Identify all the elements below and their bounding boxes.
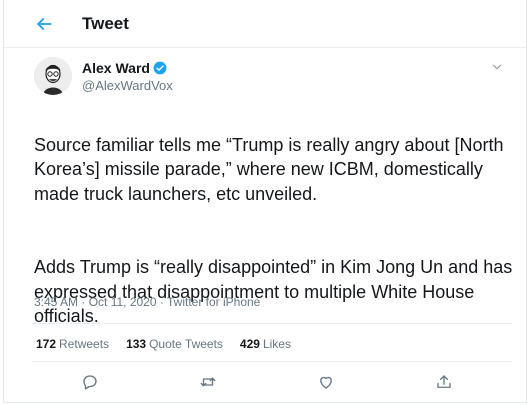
page-title: Tweet xyxy=(82,14,129,33)
tweet-frame: Tweet Alex Ward @AlexWardVox Source fami… xyxy=(3,0,527,403)
tweet-stats: 172 Retweets 133 Quote Tweets 429 Likes xyxy=(36,337,308,351)
likes-stat[interactable]: 429 Likes xyxy=(240,337,291,351)
likes-count: 429 xyxy=(239,337,260,351)
meta-separator: · xyxy=(156,295,167,309)
reply-icon[interactable] xyxy=(78,370,102,394)
quotes-label: Quote Tweets xyxy=(149,337,223,351)
retweets-label: Retweets xyxy=(59,337,110,351)
avatar[interactable] xyxy=(34,57,72,95)
divider xyxy=(32,361,512,362)
retweets-count: 172 xyxy=(36,337,57,351)
share-icon[interactable] xyxy=(432,370,456,394)
divider xyxy=(32,323,512,324)
retweets-stat[interactable]: 172 Retweets xyxy=(36,337,109,351)
tweet-paragraph: Adds Trump is “really disappointed” in K… xyxy=(34,257,513,326)
tweet-source[interactable]: Twitter for iPhone xyxy=(167,295,260,309)
tweet-paragraph: Source familiar tells me “Trump is reall… xyxy=(34,134,504,204)
author-name-text: Alex Ward xyxy=(82,60,150,76)
tweet-text: Source familiar tells me “Trump is reall… xyxy=(34,108,514,353)
tweet-meta: 3:45 AM · Oct 11, 2020 · Twitter for iPh… xyxy=(34,295,260,309)
tweet-time[interactable]: 3:45 AM xyxy=(34,295,78,309)
author-handle[interactable]: @AlexWardVox xyxy=(82,78,173,93)
back-arrow-icon[interactable] xyxy=(34,12,58,36)
tweet-header: Tweet xyxy=(4,0,526,48)
quote-tweets-stat[interactable]: 133 Quote Tweets xyxy=(126,337,223,351)
retweet-icon[interactable] xyxy=(196,370,220,394)
like-icon[interactable] xyxy=(314,370,338,394)
author-name[interactable]: Alex Ward xyxy=(82,60,167,76)
tweet-actions xyxy=(4,370,526,396)
likes-label: Likes xyxy=(262,337,291,351)
verified-badge-icon xyxy=(153,61,167,75)
quotes-count: 133 xyxy=(126,337,147,351)
meta-separator: · xyxy=(78,295,89,309)
tweet-date[interactable]: Oct 11, 2020 xyxy=(89,295,157,309)
chevron-down-icon[interactable] xyxy=(490,60,504,74)
